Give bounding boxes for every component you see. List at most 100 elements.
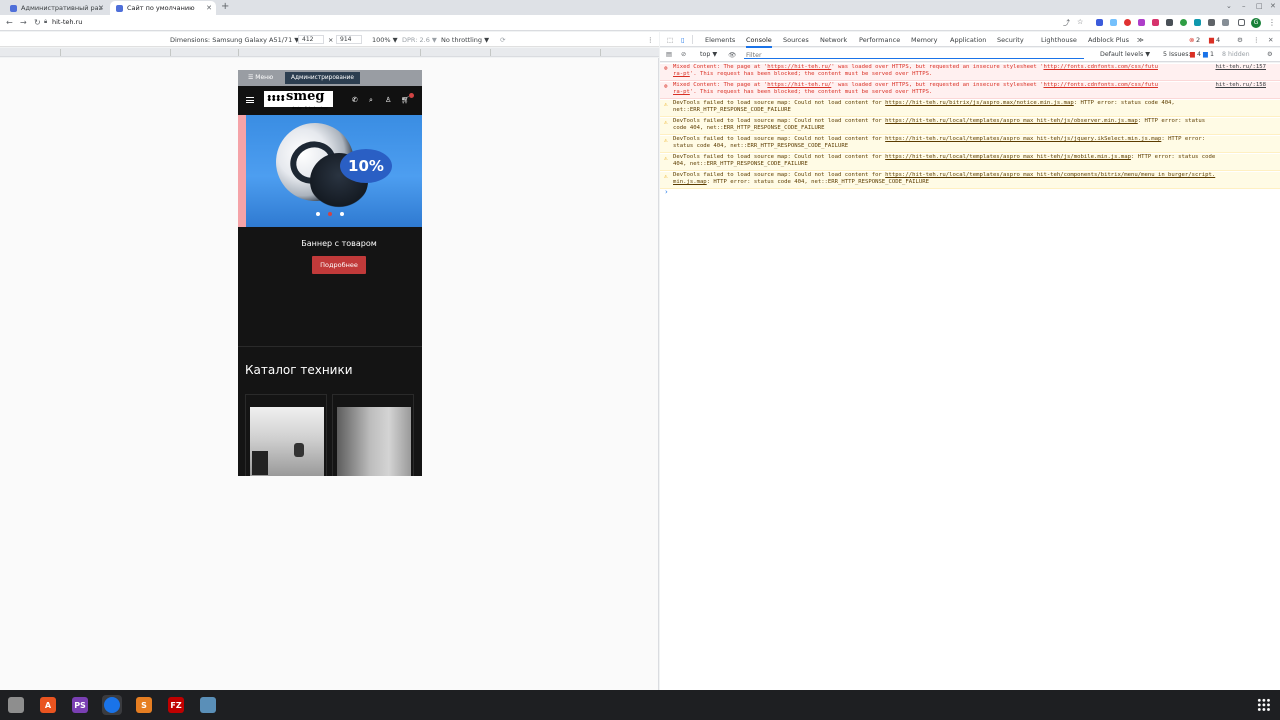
burger-menu-icon[interactable]: [246, 97, 254, 103]
error-icon[interactable]: ⊗: [1189, 36, 1194, 44]
tab-elements[interactable]: Elements: [705, 36, 735, 44]
taskbar-app-icon[interactable]: [198, 695, 218, 715]
height-input[interactable]: 914: [336, 35, 362, 44]
catalog-card[interactable]: [245, 394, 327, 476]
sidepanel-icon[interactable]: [1238, 19, 1245, 26]
console-prompt[interactable]: ›: [665, 188, 668, 196]
avatar[interactable]: G: [1251, 18, 1261, 28]
issues-error-count[interactable]: 4: [1197, 51, 1201, 58]
minimize-icon[interactable]: –: [1242, 2, 1246, 10]
back-icon[interactable]: ←: [6, 18, 13, 27]
error-count[interactable]: 2: [1196, 36, 1200, 44]
tab-console[interactable]: Console: [746, 36, 772, 48]
gear-icon[interactable]: ⚙: [1237, 36, 1243, 44]
slider-dot[interactable]: [316, 212, 320, 216]
user-icon[interactable]: ♙: [385, 96, 391, 104]
tab-network[interactable]: Network: [820, 36, 847, 44]
browser-tab[interactable]: Административный раз ✕: [4, 1, 108, 15]
forward-icon[interactable]: →: [20, 18, 27, 27]
extension-icon[interactable]: [1180, 19, 1187, 26]
zoom-select[interactable]: 100% ▼: [372, 36, 398, 44]
admin-button[interactable]: Администрирование: [285, 72, 361, 84]
console-error-message[interactable]: ⊗ Mixed Content: The page at 'https://hit…: [660, 82, 1280, 99]
reload-icon[interactable]: ↻: [34, 18, 41, 27]
warning-icon[interactable]: ▆: [1209, 36, 1214, 44]
taskbar-app-icon[interactable]: [6, 695, 26, 715]
chevron-down-icon[interactable]: ⌄: [1226, 2, 1232, 10]
gear-icon[interactable]: ⚙: [1267, 51, 1273, 58]
issues-info-count[interactable]: 1: [1210, 51, 1214, 58]
pen-icon[interactable]: [1166, 19, 1173, 26]
message-source-link[interactable]: hit-teh.ru/:158: [1215, 82, 1266, 89]
issues-info-icon[interactable]: ▆: [1203, 51, 1208, 58]
console-warning-message[interactable]: ⚠ DevTools failed to load source map: Cou…: [660, 154, 1280, 171]
width-input[interactable]: 412: [298, 35, 324, 44]
context-select[interactable]: top ▼: [700, 51, 717, 58]
warning-count[interactable]: 4: [1216, 36, 1220, 44]
tab-performance[interactable]: Performance: [859, 36, 900, 44]
eye-icon[interactable]: 👁︎: [728, 51, 736, 59]
tab-sources[interactable]: Sources: [783, 36, 809, 44]
catalog-card[interactable]: [332, 394, 414, 476]
promo-banner[interactable]: 10%: [238, 112, 422, 227]
kebab-menu-icon[interactable]: ⋮: [647, 36, 654, 44]
adblock-icon[interactable]: [1124, 19, 1131, 26]
app-grid-icon[interactable]: [1257, 698, 1271, 712]
console-warning-message[interactable]: ⚠ DevTools failed to load source map: Cou…: [660, 172, 1280, 189]
new-tab-button[interactable]: +: [221, 1, 229, 12]
kebab-menu-icon[interactable]: ⋮: [1268, 18, 1276, 27]
close-icon[interactable]: ✕: [206, 4, 212, 12]
browser-tab-active[interactable]: Сайт по умолчанию ✕: [110, 1, 216, 15]
slider-dot[interactable]: [340, 212, 344, 216]
device-select[interactable]: Dimensions: Samsung Galaxy A51/71 ▼: [170, 36, 299, 44]
share-icon[interactable]: ⤴: [1063, 18, 1070, 28]
taskbar-app-icon[interactable]: [102, 695, 122, 715]
rotate-icon[interactable]: ⟳: [500, 36, 505, 44]
tab-adblock-plus[interactable]: Adblock Plus: [1088, 36, 1129, 44]
lock-icon[interactable]: 🔒︎: [44, 18, 47, 26]
console-warning-message[interactable]: ⚠ DevTools failed to load source map: Cou…: [660, 136, 1280, 153]
taskbar-app-icon[interactable]: FZ: [166, 695, 186, 715]
puzzle-icon[interactable]: [1208, 19, 1215, 26]
message-source-link[interactable]: hit-teh.ru/:157: [1215, 64, 1266, 71]
console-warning-message[interactable]: ⚠ DevTools failed to load source map: Cou…: [660, 100, 1280, 117]
extension-icon[interactable]: [1096, 19, 1103, 26]
inspect-icon[interactable]: ⬚: [667, 36, 673, 44]
extension-icon[interactable]: [1152, 19, 1159, 26]
extension-icon[interactable]: [1110, 19, 1117, 26]
maximize-icon[interactable]: □: [1256, 2, 1263, 10]
close-icon[interactable]: ✕: [1268, 36, 1273, 44]
tab-lighthouse[interactable]: Lighthouse: [1041, 36, 1077, 44]
throttling-select[interactable]: No throttling ▼: [441, 36, 489, 44]
close-window-icon[interactable]: ✕: [1270, 2, 1276, 10]
issues-label[interactable]: 5 Issues:: [1163, 51, 1191, 58]
console-warning-message[interactable]: ⚠ DevTools failed to load source map: Cou…: [660, 118, 1280, 135]
slider-dot-active[interactable]: [328, 212, 332, 216]
extension-icon[interactable]: [1194, 19, 1201, 26]
taskbar-app-icon[interactable]: PS: [70, 695, 90, 715]
banner-more-button[interactable]: Подробнее: [312, 256, 366, 274]
site-logo[interactable]: smeg design & technology: [264, 90, 333, 110]
taskbar-app-icon[interactable]: S: [134, 695, 154, 715]
search-icon[interactable]: ⌕: [369, 96, 373, 105]
clear-console-icon[interactable]: ⊘: [681, 51, 686, 58]
kebab-menu-icon[interactable]: ⋮: [1253, 36, 1260, 44]
log-levels-select[interactable]: Default levels ▼: [1100, 51, 1150, 58]
phone-icon[interactable]: ✆: [352, 96, 358, 104]
bookmark-star-icon[interactable]: ☆: [1077, 18, 1083, 26]
more-tabs-button[interactable]: ≫: [1137, 36, 1144, 44]
extension-icon[interactable]: [1138, 19, 1145, 26]
tab-application[interactable]: Application: [950, 36, 986, 44]
dpr-select[interactable]: DPR: 2.6 ▼: [402, 36, 437, 44]
console-error-message[interactable]: ⊗ Mixed Content: The page at 'https://hit…: [660, 64, 1280, 81]
issues-error-icon[interactable]: ▆: [1190, 51, 1195, 58]
close-icon[interactable]: ✕: [98, 4, 104, 12]
admin-menu-button[interactable]: ☰ Меню: [248, 74, 273, 81]
tab-memory[interactable]: Memory: [911, 36, 937, 44]
cart-icon[interactable]: 🛒︎: [401, 96, 410, 104]
address-bar[interactable]: hit-teh.ru: [52, 18, 82, 26]
console-filter-input[interactable]: [746, 50, 1076, 60]
sidebar-toggle-icon[interactable]: ▤: [666, 51, 672, 58]
device-toggle-icon[interactable]: ▯: [681, 36, 685, 44]
taskbar-app-icon[interactable]: A: [38, 695, 58, 715]
